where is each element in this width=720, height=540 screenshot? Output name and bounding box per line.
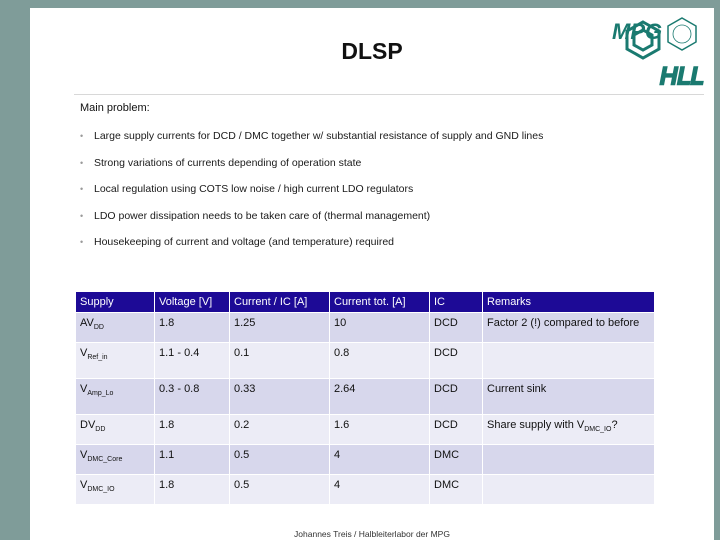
voltage-cell: 1.1 bbox=[154, 444, 230, 475]
bullet-icon: • bbox=[80, 210, 84, 221]
remarks-cell bbox=[482, 342, 655, 379]
list-item: • Strong variations of currents depending… bbox=[80, 156, 362, 169]
ic-cell: DCD bbox=[429, 342, 483, 379]
supply-cell: VAmp_Lo bbox=[75, 378, 155, 415]
bullet-icon: • bbox=[80, 131, 84, 141]
current-tot-cell: 1.6 bbox=[329, 414, 430, 445]
ic-cell: DCD bbox=[429, 414, 483, 445]
mpg-hll-logo: MPG HLL bbox=[612, 17, 705, 91]
slide: DLSP MPG HLL Main problem: • Large supply… bbox=[30, 8, 714, 540]
ic-cell: DMC bbox=[429, 444, 483, 475]
column-header: Remarks bbox=[482, 291, 655, 313]
frame-top bbox=[0, 0, 720, 8]
bullet-icon: • bbox=[80, 237, 84, 247]
table-row: VAmp_Lo 0.3 - 0.8 0.33 2.64 DCD Current … bbox=[75, 378, 655, 415]
current-tot-cell: 2.64 bbox=[329, 378, 430, 415]
footer: Johannes Treis / Halbleiterlabor der MPG bbox=[294, 529, 450, 539]
table-row: AVDD 1.8 1.25 10 DCD Factor 2 (!) compar… bbox=[75, 312, 655, 343]
table-row: VDMC_Core 1.1 0.5 4 DMC bbox=[75, 444, 655, 475]
supply-table: Supply Voltage [V] Current / IC [A] Curr… bbox=[75, 291, 655, 505]
main-problem-heading: Main problem: bbox=[80, 102, 150, 114]
supply-cell: AVDD bbox=[75, 312, 155, 343]
supply-cell: VDMC_IO bbox=[75, 474, 155, 505]
table-row: DVDD 1.8 0.2 1.6 DCD Share supply with V… bbox=[75, 414, 655, 445]
ic-cell: DMC bbox=[429, 474, 483, 505]
voltage-cell: 1.1 - 0.4 bbox=[154, 342, 230, 379]
column-header: Current tot. [A] bbox=[329, 291, 430, 313]
column-header: IC bbox=[429, 291, 483, 313]
bullet-icon: • bbox=[80, 157, 84, 168]
voltage-cell: 1.8 bbox=[154, 312, 230, 343]
current-ic-cell: 0.1 bbox=[229, 342, 330, 379]
table-row: VRef_in 1.1 - 0.4 0.1 0.8 DCD bbox=[75, 342, 655, 379]
column-header: Current / IC [A] bbox=[229, 291, 330, 313]
ic-cell: DCD bbox=[429, 312, 483, 343]
remarks-cell: Share supply with VDMC_IO? bbox=[482, 414, 655, 445]
table-header-row: Supply Voltage [V] Current / IC [A] Curr… bbox=[75, 291, 655, 313]
list-item: • Large supply currents for DCD / DMC tog… bbox=[80, 130, 544, 142]
current-ic-cell: 0.33 bbox=[229, 378, 330, 415]
list-item: • Local regulation using COTS low noise /… bbox=[80, 183, 414, 195]
ic-cell: DCD bbox=[429, 378, 483, 415]
list-item: • LDO power dissipation needs to be taken… bbox=[80, 209, 431, 222]
current-tot-cell: 4 bbox=[329, 444, 430, 475]
current-tot-cell: 10 bbox=[329, 312, 430, 343]
voltage-cell: 1.8 bbox=[154, 474, 230, 505]
bullet-icon: • bbox=[80, 184, 84, 194]
problem-list: • Large supply currents for DCD / DMC tog… bbox=[80, 129, 543, 262]
supply-cell: DVDD bbox=[75, 414, 155, 445]
column-header: Supply bbox=[75, 291, 155, 313]
current-tot-cell: 4 bbox=[329, 474, 430, 505]
voltage-cell: 1.8 bbox=[154, 414, 230, 445]
remarks-cell: Factor 2 (!) compared to before bbox=[482, 312, 655, 343]
list-item: • Housekeeping of current and voltage (an… bbox=[80, 236, 395, 248]
remarks-cell: Current sink bbox=[482, 378, 655, 415]
current-ic-cell: 1.25 bbox=[229, 312, 330, 343]
column-header: Voltage [V] bbox=[154, 291, 230, 313]
frame-left bbox=[0, 0, 30, 540]
remarks-cell bbox=[482, 474, 655, 505]
svg-text:HLL: HLL bbox=[660, 63, 704, 90]
supply-cell: VDMC_Core bbox=[75, 444, 155, 475]
title-divider bbox=[74, 94, 704, 95]
supply-cell: VRef_in bbox=[75, 342, 155, 379]
current-ic-cell: 0.5 bbox=[229, 444, 330, 475]
svg-text:MPG: MPG bbox=[612, 19, 662, 44]
remarks-cell bbox=[482, 444, 655, 475]
current-tot-cell: 0.8 bbox=[329, 342, 430, 379]
current-ic-cell: 0.5 bbox=[229, 474, 330, 505]
table-row: VDMC_IO 1.8 0.5 4 DMC bbox=[75, 474, 655, 505]
voltage-cell: 0.3 - 0.8 bbox=[154, 378, 230, 415]
current-ic-cell: 0.2 bbox=[229, 414, 330, 445]
